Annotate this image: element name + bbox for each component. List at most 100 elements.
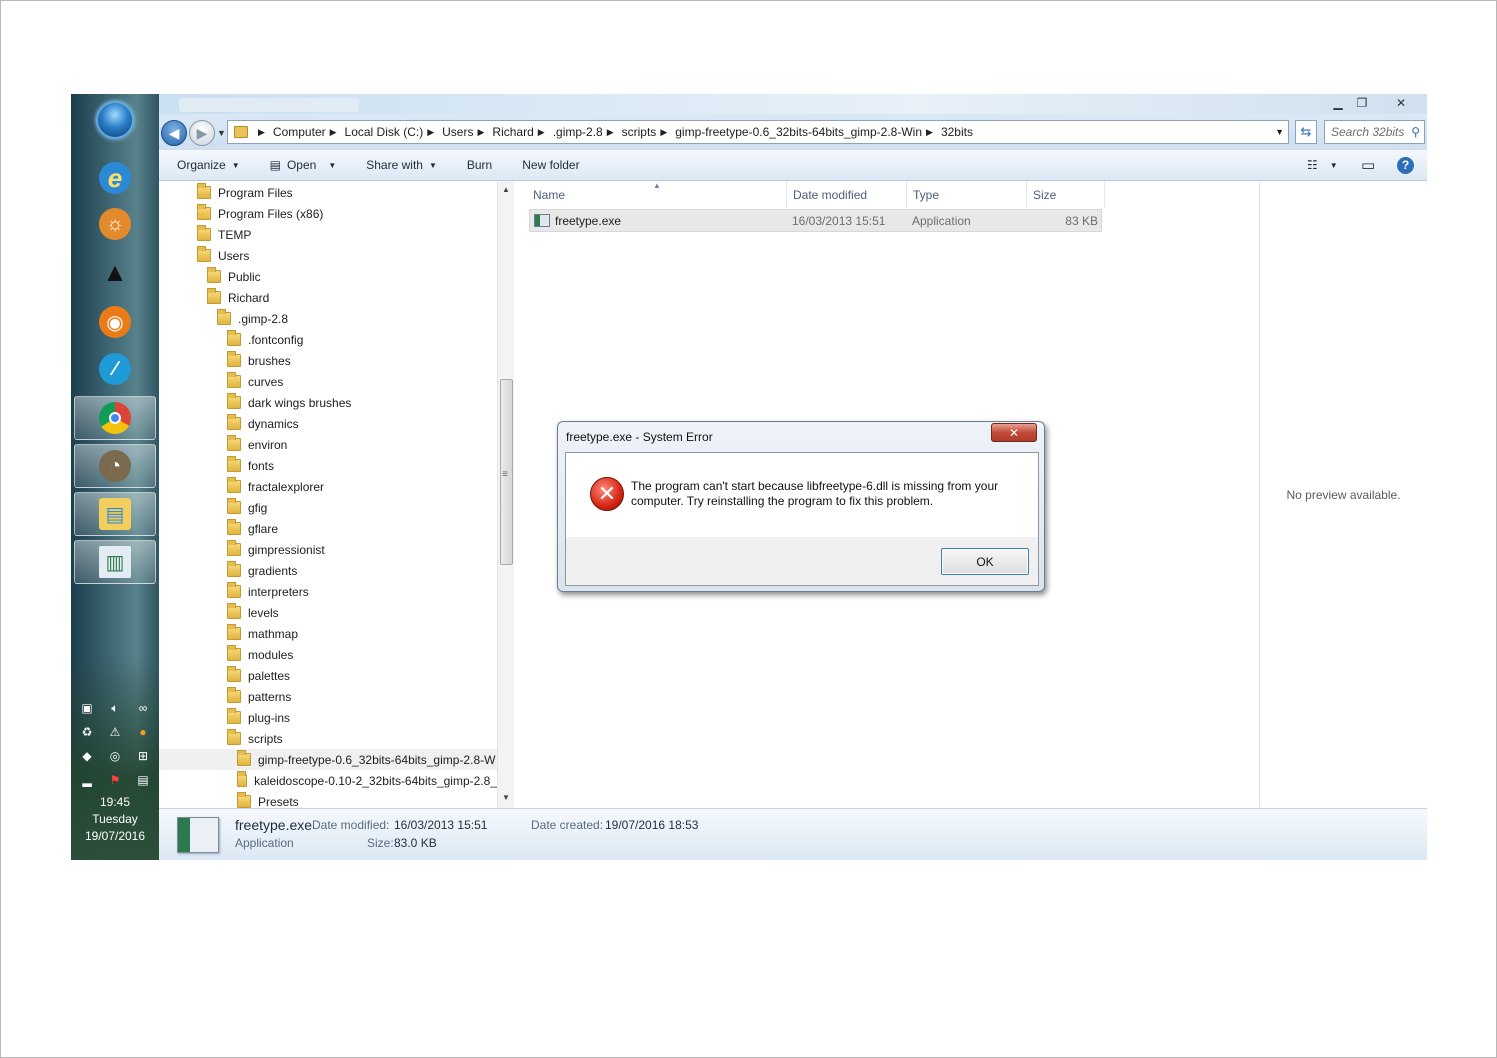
tree-item[interactable]: kaleidoscope-0.10-2_32bits-64bits_gimp-2… bbox=[159, 770, 497, 791]
taskbar-chrome[interactable] bbox=[74, 396, 156, 440]
nav-scrollbar[interactable]: ▲ ≡ ▼ bbox=[497, 181, 514, 808]
orange-app-icon[interactable]: ● bbox=[135, 724, 151, 740]
taskbar-ie[interactable]: e bbox=[74, 156, 156, 200]
preview-pane-button[interactable]: ▭ bbox=[1361, 156, 1375, 174]
dialog-close-button[interactable]: ✕ bbox=[991, 423, 1037, 442]
address-dropdown-icon[interactable]: ▼ bbox=[1275, 127, 1284, 137]
tree-item[interactable]: curves bbox=[159, 371, 497, 392]
help-button[interactable]: ? bbox=[1397, 156, 1414, 174]
window-close-button[interactable]: ✕ bbox=[1381, 94, 1421, 112]
organize-button[interactable]: Organize ▼ bbox=[177, 158, 240, 172]
minimize-button[interactable]: ▁ bbox=[1327, 94, 1349, 112]
tree-item[interactable]: Users bbox=[159, 245, 497, 266]
gimp-icon: ◔ bbox=[99, 450, 131, 482]
taskbar-clock[interactable]: 19:45 Tuesday 19/07/2016 bbox=[71, 794, 159, 845]
tree-item[interactable]: modules bbox=[159, 644, 497, 665]
search-icon: ⚲ bbox=[1411, 125, 1420, 139]
search-app-icon[interactable]: ◎ bbox=[107, 748, 123, 764]
breadcrumb-scripts[interactable]: ▶ scripts bbox=[607, 125, 657, 139]
address-row: ◀ ▶ ▼ ▶ Computer ▶ Local Disk (C:) ▶ Users … bbox=[159, 114, 1427, 150]
tree-item[interactable]: levels bbox=[159, 602, 497, 623]
share-with-button[interactable]: Share with ▼ bbox=[366, 158, 437, 172]
breadcrumb-32bits[interactable]: ▶ 32bits bbox=[926, 125, 973, 139]
forward-button[interactable]: ▶ bbox=[189, 120, 215, 146]
tree-item[interactable]: dynamics bbox=[159, 413, 497, 434]
breadcrumb-local-disk[interactable]: ▶ Local Disk (C:) bbox=[330, 125, 424, 139]
link-icon[interactable]: ∞ bbox=[135, 700, 151, 716]
back-button[interactable]: ◀ bbox=[161, 120, 187, 146]
window-titlebar[interactable]: ▁ ❐ ✕ bbox=[159, 94, 1427, 114]
taskbar-paint[interactable]: ☼ bbox=[74, 202, 156, 246]
file-row[interactable]: freetype.exe 16/03/2013 15:51 Applicatio… bbox=[529, 209, 1102, 232]
tree-item[interactable]: plug-ins bbox=[159, 707, 497, 728]
taskbar-explorer[interactable]: ▤ bbox=[74, 492, 156, 536]
tree-item[interactable]: palettes bbox=[159, 665, 497, 686]
navigation-pane: Program Files Program Files (x86) TEMP User… bbox=[159, 181, 515, 808]
tree-item[interactable]: gimp-freetype-0.6_32bits-64bits_gimp-2.8… bbox=[159, 749, 497, 770]
tree-item[interactable]: gimpressionist bbox=[159, 539, 497, 560]
open-button[interactable]: ▤ Open ▼ bbox=[270, 158, 337, 172]
tree-item[interactable]: Program Files bbox=[159, 182, 497, 203]
tree-item[interactable]: dark wings brushes bbox=[159, 392, 497, 413]
taskbar-gimp[interactable]: ◔ bbox=[74, 444, 156, 488]
taskbar-inkscape[interactable]: ▲ bbox=[74, 250, 156, 294]
maximize-button[interactable]: ❐ bbox=[1351, 94, 1373, 112]
tree-item[interactable]: environ bbox=[159, 434, 497, 455]
tree-item[interactable]: Public bbox=[159, 266, 497, 287]
tree-item[interactable]: fonts bbox=[159, 455, 497, 476]
tree-item[interactable]: gfig bbox=[159, 497, 497, 518]
breadcrumb-richard[interactable]: ▶ Richard bbox=[477, 125, 533, 139]
search-input[interactable]: Search 32bits ⚲ bbox=[1324, 120, 1425, 144]
chrome-icon bbox=[99, 402, 131, 434]
arrow-left-icon: ◀ bbox=[168, 124, 180, 141]
burn-button[interactable]: Burn bbox=[467, 158, 492, 172]
tree-item[interactable]: .fontconfig bbox=[159, 329, 497, 350]
folder-icon bbox=[237, 750, 251, 766]
tree-item[interactable]: Presets bbox=[159, 791, 497, 808]
column-header-type[interactable]: Type bbox=[907, 181, 1027, 208]
warning-icon[interactable]: ⚠ bbox=[107, 724, 123, 740]
tree-item[interactable]: mathmap bbox=[159, 623, 497, 644]
network-monitor-icon[interactable]: ▣ bbox=[79, 700, 95, 716]
tree-item[interactable]: gflare bbox=[159, 518, 497, 539]
tree-item[interactable]: patterns bbox=[159, 686, 497, 707]
scroll-up-icon[interactable]: ▲ bbox=[502, 185, 510, 194]
windows-flag-icon[interactable]: ⊞ bbox=[135, 748, 151, 764]
taskbar-blender[interactable]: ◉ bbox=[74, 300, 156, 344]
folder-explorer-icon: ▤ bbox=[99, 498, 131, 530]
address-bar[interactable]: ▶ Computer ▶ Local Disk (C:) ▶ Users ▶ Richa… bbox=[227, 120, 1289, 144]
size-label: Size: bbox=[367, 836, 394, 850]
breadcrumb-gimp[interactable]: ▶ .gimp-2.8 bbox=[538, 125, 603, 139]
tree-item[interactable]: Program Files (x86) bbox=[159, 203, 497, 224]
power-icon[interactable]: ▤ bbox=[135, 772, 151, 788]
tree-item[interactable]: fractalexplorer bbox=[159, 476, 497, 497]
tree-item[interactable]: interpreters bbox=[159, 581, 497, 602]
tree-item[interactable]: gradients bbox=[159, 560, 497, 581]
recycle-icon[interactable]: ♻ bbox=[79, 724, 95, 740]
tree-item[interactable]: .gimp-2.8 bbox=[159, 308, 497, 329]
column-header-size[interactable]: Size bbox=[1027, 181, 1105, 208]
tree-item[interactable]: scripts bbox=[159, 728, 497, 749]
start-button[interactable] bbox=[74, 98, 156, 142]
refresh-button[interactable]: ⇆ bbox=[1295, 120, 1317, 144]
taskbar-freetype[interactable]: ▥ bbox=[74, 540, 156, 584]
breadcrumb-gimp-freetype[interactable]: ▶ gimp-freetype-0.6_32bits-64bits_gimp-2.… bbox=[660, 125, 922, 139]
signal-bars-icon[interactable]: ▂ bbox=[79, 772, 95, 788]
taskbar-app[interactable]: ∕ bbox=[74, 347, 156, 391]
breadcrumb-users[interactable]: ▶ Users bbox=[427, 125, 473, 139]
column-header-date[interactable]: Date modified bbox=[787, 181, 907, 208]
ok-button[interactable]: OK bbox=[941, 548, 1029, 575]
shield-icon[interactable]: ◆ bbox=[79, 748, 95, 764]
scroll-down-icon[interactable]: ▼ bbox=[502, 793, 510, 802]
tree-item[interactable]: Richard bbox=[159, 287, 497, 308]
volume-icon[interactable]: 🔈︎ bbox=[107, 700, 123, 716]
tree-item-label: brushes bbox=[248, 353, 291, 368]
tree-item[interactable]: brushes bbox=[159, 350, 497, 371]
recent-pages-dropdown[interactable]: ▼ bbox=[217, 128, 226, 138]
chevron-right-icon: ▶ bbox=[660, 126, 668, 137]
change-view-button[interactable]: ☷ ▼ bbox=[1307, 158, 1338, 172]
breadcrumb-computer[interactable]: ▶ Computer bbox=[258, 125, 326, 139]
tree-item[interactable]: TEMP bbox=[159, 224, 497, 245]
new-folder-button[interactable]: New folder bbox=[522, 158, 579, 172]
action-center-flag-icon[interactable]: ⚑ bbox=[107, 772, 123, 788]
